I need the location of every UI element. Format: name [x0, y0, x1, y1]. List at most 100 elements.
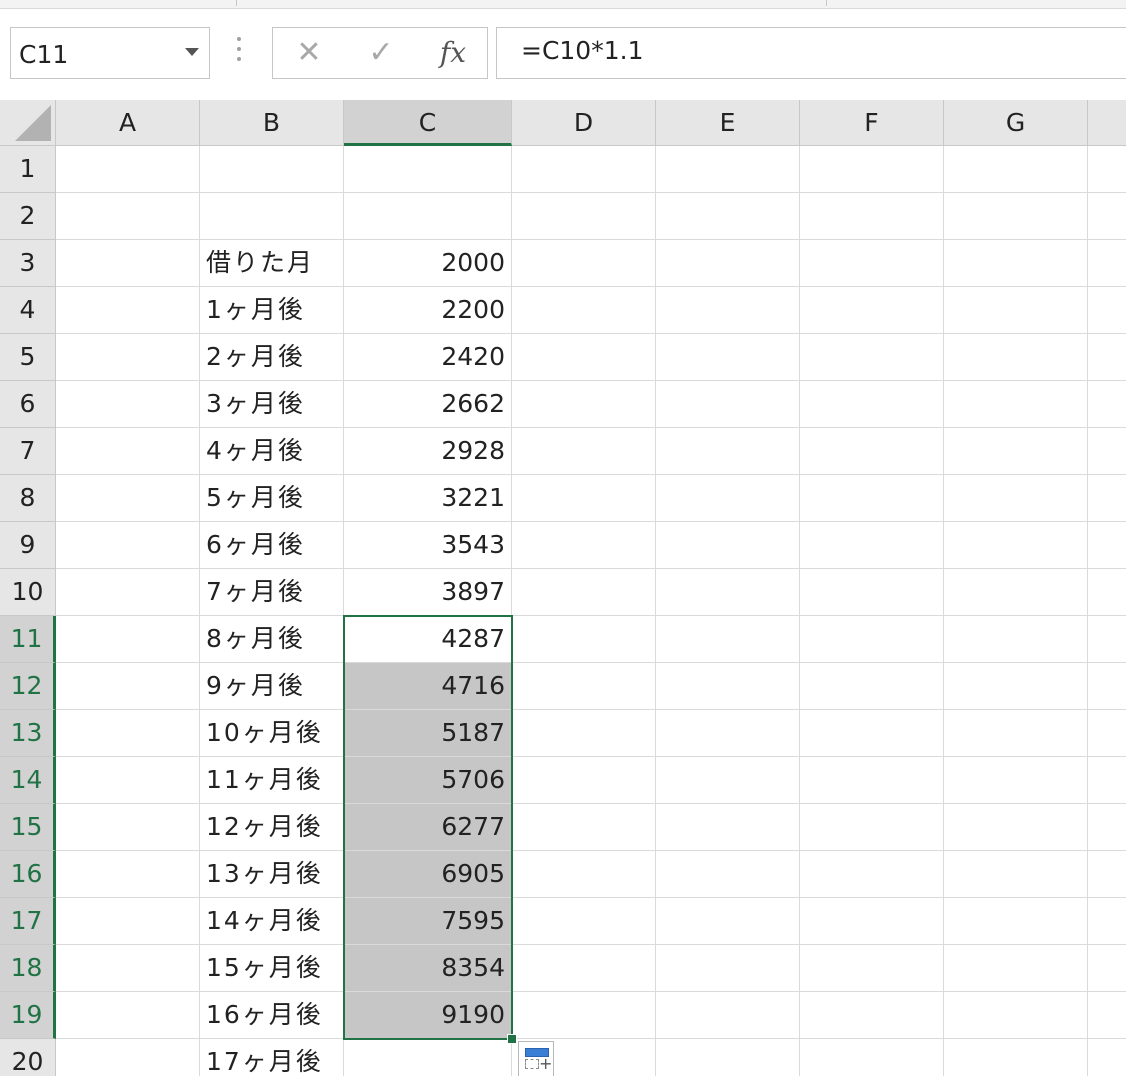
row-header-2[interactable]: 2 [0, 193, 56, 240]
row-header-12[interactable]: 12 [0, 663, 56, 710]
cell-g12[interactable] [944, 663, 1088, 710]
cell-g8[interactable] [944, 475, 1088, 522]
cell-b14[interactable]: 11ヶ月後 [200, 757, 344, 804]
cell-g7[interactable] [944, 428, 1088, 475]
insert-function-icon[interactable]: fx [423, 28, 483, 78]
cell-d17[interactable] [512, 898, 656, 945]
cell-e10[interactable] [656, 569, 800, 616]
cell-c15[interactable]: 6277 [344, 804, 512, 851]
chevron-down-icon[interactable] [185, 48, 199, 56]
cell-c8[interactable]: 3221 [344, 475, 512, 522]
cell-b20[interactable]: 17ヶ月後 [200, 1039, 344, 1076]
cell-c1[interactable] [344, 146, 512, 193]
cell-h17[interactable] [1088, 898, 1126, 945]
cell-b15[interactable]: 12ヶ月後 [200, 804, 344, 851]
cell-f20[interactable] [800, 1039, 944, 1076]
cell-a20[interactable] [56, 1039, 200, 1076]
cell-a4[interactable] [56, 287, 200, 334]
cell-e16[interactable] [656, 851, 800, 898]
cell-f5[interactable] [800, 334, 944, 381]
cell-d10[interactable] [512, 569, 656, 616]
cell-e6[interactable] [656, 381, 800, 428]
cell-b9[interactable]: 6ヶ月後 [200, 522, 344, 569]
cell-c19[interactable]: 9190 [344, 992, 512, 1039]
row-header-15[interactable]: 15 [0, 804, 56, 851]
select-all-button[interactable] [0, 100, 56, 146]
column-header-h[interactable] [1088, 100, 1126, 146]
cell-c10[interactable]: 3897 [344, 569, 512, 616]
cell-g18[interactable] [944, 945, 1088, 992]
cell-d14[interactable] [512, 757, 656, 804]
cell-b6[interactable]: 3ヶ月後 [200, 381, 344, 428]
row-header-7[interactable]: 7 [0, 428, 56, 475]
cell-f10[interactable] [800, 569, 944, 616]
cell-f7[interactable] [800, 428, 944, 475]
cell-a17[interactable] [56, 898, 200, 945]
cell-f9[interactable] [800, 522, 944, 569]
cell-b1[interactable] [200, 146, 344, 193]
row-header-6[interactable]: 6 [0, 381, 56, 428]
cell-b8[interactable]: 5ヶ月後 [200, 475, 344, 522]
column-header-a[interactable]: A [56, 100, 200, 146]
cell-c12[interactable]: 4716 [344, 663, 512, 710]
row-header-19[interactable]: 19 [0, 992, 56, 1039]
column-header-f[interactable]: F [800, 100, 944, 146]
cell-f14[interactable] [800, 757, 944, 804]
cell-e4[interactable] [656, 287, 800, 334]
cell-d4[interactable] [512, 287, 656, 334]
cancel-icon[interactable]: ✕ [279, 28, 339, 78]
cell-f16[interactable] [800, 851, 944, 898]
cell-g10[interactable] [944, 569, 1088, 616]
cell-h1[interactable] [1088, 146, 1126, 193]
cell-a9[interactable] [56, 522, 200, 569]
cell-a2[interactable] [56, 193, 200, 240]
row-header-4[interactable]: 4 [0, 287, 56, 334]
cell-c13[interactable]: 5187 [344, 710, 512, 757]
cell-c3[interactable]: 2000 [344, 240, 512, 287]
cell-b16[interactable]: 13ヶ月後 [200, 851, 344, 898]
cell-d3[interactable] [512, 240, 656, 287]
row-header-16[interactable]: 16 [0, 851, 56, 898]
cell-b12[interactable]: 9ヶ月後 [200, 663, 344, 710]
cell-c4[interactable]: 2200 [344, 287, 512, 334]
cell-c2[interactable] [344, 193, 512, 240]
cell-f13[interactable] [800, 710, 944, 757]
cell-c6[interactable]: 2662 [344, 381, 512, 428]
cell-g20[interactable] [944, 1039, 1088, 1076]
cell-b18[interactable]: 15ヶ月後 [200, 945, 344, 992]
cell-e18[interactable] [656, 945, 800, 992]
cell-d13[interactable] [512, 710, 656, 757]
cell-c5[interactable]: 2420 [344, 334, 512, 381]
cell-e3[interactable] [656, 240, 800, 287]
cell-f15[interactable] [800, 804, 944, 851]
cell-h3[interactable] [1088, 240, 1126, 287]
cell-h10[interactable] [1088, 569, 1126, 616]
row-header-13[interactable]: 13 [0, 710, 56, 757]
cell-d2[interactable] [512, 193, 656, 240]
cell-e13[interactable] [656, 710, 800, 757]
cell-h19[interactable] [1088, 992, 1126, 1039]
fill-handle[interactable] [507, 1034, 517, 1044]
cell-g5[interactable] [944, 334, 1088, 381]
cell-a1[interactable] [56, 146, 200, 193]
cell-e8[interactable] [656, 475, 800, 522]
cell-c14[interactable]: 5706 [344, 757, 512, 804]
cell-b2[interactable] [200, 193, 344, 240]
name-box[interactable]: C11 [10, 27, 210, 79]
row-header-5[interactable]: 5 [0, 334, 56, 381]
cell-d8[interactable] [512, 475, 656, 522]
enter-icon[interactable]: ✓ [351, 28, 411, 78]
cell-d12[interactable] [512, 663, 656, 710]
cell-h4[interactable] [1088, 287, 1126, 334]
cell-a7[interactable] [56, 428, 200, 475]
cell-b7[interactable]: 4ヶ月後 [200, 428, 344, 475]
row-header-18[interactable]: 18 [0, 945, 56, 992]
cell-a11[interactable] [56, 616, 200, 663]
cell-c18[interactable]: 8354 [344, 945, 512, 992]
row-header-3[interactable]: 3 [0, 240, 56, 287]
cell-h18[interactable] [1088, 945, 1126, 992]
cell-g16[interactable] [944, 851, 1088, 898]
cell-h13[interactable] [1088, 710, 1126, 757]
cell-a5[interactable] [56, 334, 200, 381]
cell-h14[interactable] [1088, 757, 1126, 804]
